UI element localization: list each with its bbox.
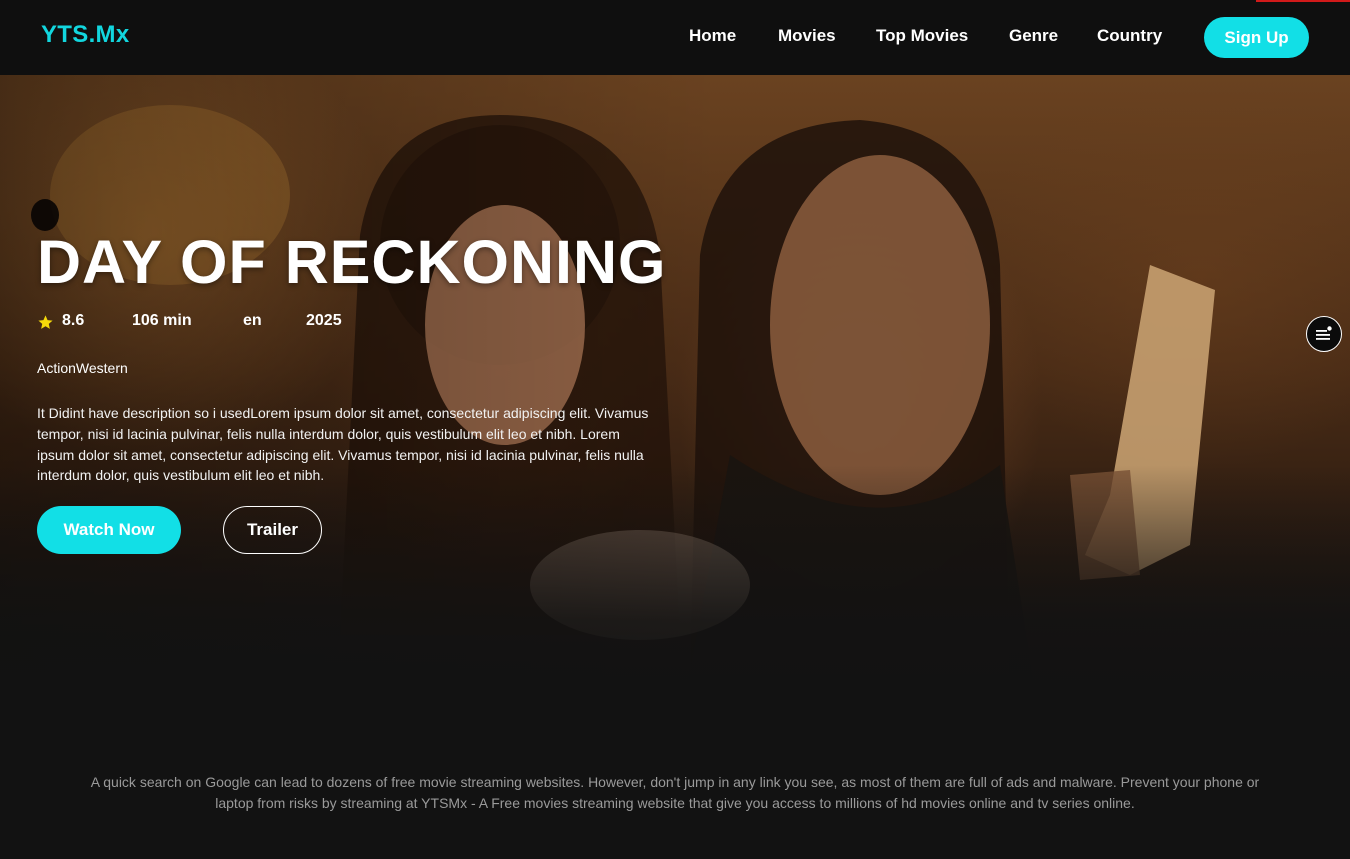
hero-bottom-fade xyxy=(0,465,1350,725)
movie-language: en xyxy=(243,312,262,329)
top-right-accent-bar xyxy=(1256,0,1350,2)
nav-links: Home Movies Top Movies Genre Country xyxy=(0,26,1350,50)
movie-rating: 8.6 xyxy=(62,312,85,329)
nav-link-movies[interactable]: Movies xyxy=(778,26,836,46)
star-icon xyxy=(38,315,53,329)
menu-list-icon xyxy=(1316,326,1332,340)
nav-link-top-movies[interactable]: Top Movies xyxy=(876,26,968,46)
footer-disclaimer: A quick search on Google can lead to doz… xyxy=(90,774,1260,811)
nav-link-country[interactable]: Country xyxy=(1097,26,1162,46)
movie-genres: ActionWestern xyxy=(37,360,128,376)
navbar: YTS.Mx Home Movies Top Movies Genre Coun… xyxy=(0,0,1350,75)
movie-year: 2025 xyxy=(306,312,342,329)
movie-duration: 106 min xyxy=(132,312,192,329)
watch-now-button[interactable]: Watch Now xyxy=(37,506,181,554)
sign-up-button[interactable]: Sign Up xyxy=(1204,17,1309,58)
movie-meta: 8.6 106 min en 2025 xyxy=(37,312,457,334)
trailer-button[interactable]: Trailer xyxy=(223,506,322,554)
nav-link-home[interactable]: Home xyxy=(689,26,736,46)
hero-banner: DAY OF RECKONING 8.6 106 min en 2025 Act… xyxy=(0,75,1350,725)
page: YTS.Mx Home Movies Top Movies Genre Coun… xyxy=(0,0,1350,859)
movie-description: It Didint have description so i usedLore… xyxy=(37,405,649,484)
movie-title: DAY OF RECKONING xyxy=(37,228,667,296)
nav-link-genre[interactable]: Genre xyxy=(1009,26,1058,46)
floating-menu-button[interactable] xyxy=(1306,316,1342,352)
